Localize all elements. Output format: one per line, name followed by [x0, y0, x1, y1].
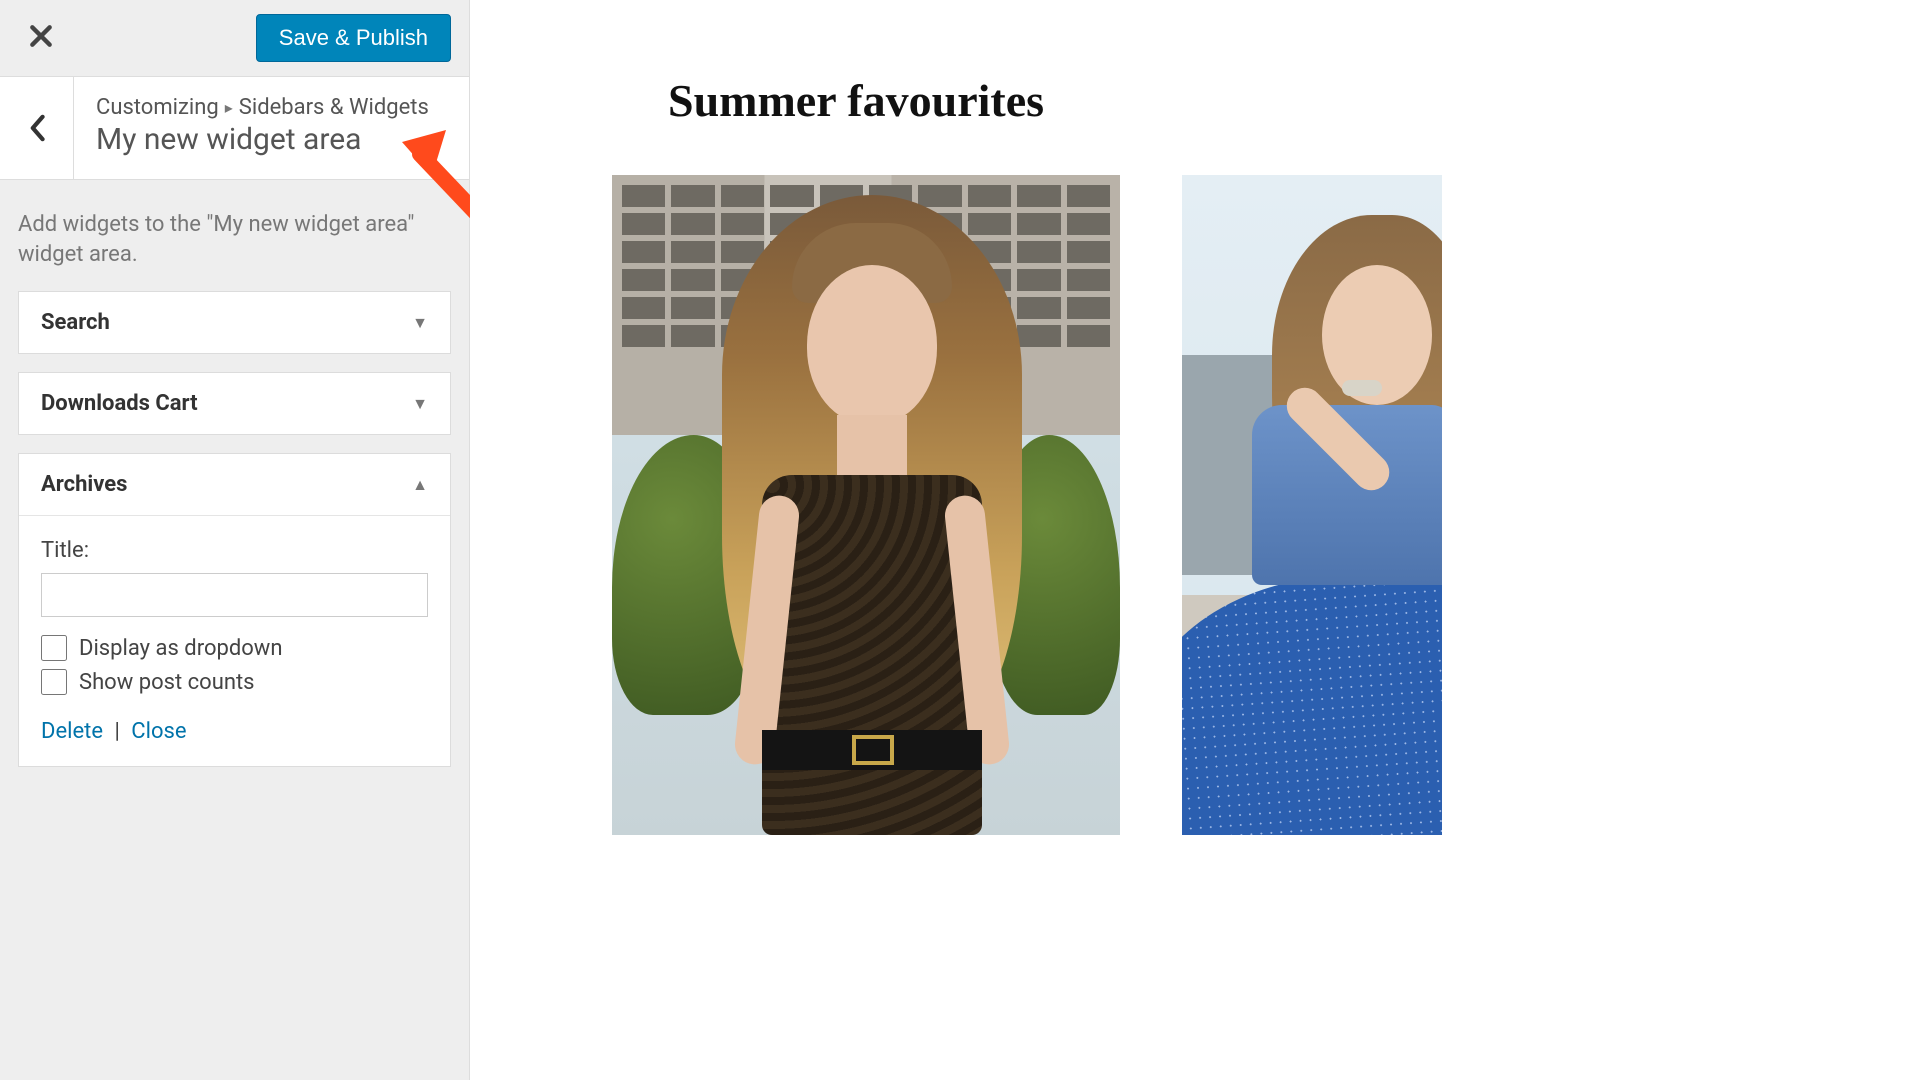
close-icon	[28, 23, 54, 49]
widget-list: Search ▼ Downloads Cart ▼ Archives ▲ Tit…	[0, 291, 469, 785]
widget-downloads-cart: Downloads Cart ▼	[18, 372, 451, 435]
back-button[interactable]	[0, 77, 74, 179]
close-widget-link[interactable]: Close	[131, 719, 186, 744]
breadcrumb-root: Customizing	[96, 95, 219, 120]
section-header: Customizing ▸ Sidebars & Widgets My new …	[0, 77, 469, 180]
preview-heading: Summer favourites	[668, 74, 1920, 127]
gallery-image-1	[612, 175, 1120, 835]
title-field-label: Title:	[41, 538, 428, 563]
show-post-counts-row[interactable]: Show post counts	[41, 669, 428, 695]
archives-title-input[interactable]	[41, 573, 428, 617]
breadcrumb-section: Sidebars & Widgets	[239, 95, 429, 120]
caret-down-icon: ▼	[412, 394, 428, 414]
header-titles: Customizing ▸ Sidebars & Widgets My new …	[74, 77, 451, 179]
widget-head-search[interactable]: Search ▼	[19, 292, 450, 353]
widget-archives: Archives ▲ Title: Display as dropdown Sh…	[18, 453, 451, 767]
widget-actions: Delete | Close	[41, 719, 428, 744]
display-as-dropdown-row[interactable]: Display as dropdown	[41, 635, 428, 661]
widget-body-archives: Title: Display as dropdown Show post cou…	[19, 515, 450, 766]
checkbox-label: Show post counts	[79, 670, 255, 695]
show-post-counts-checkbox[interactable]	[41, 669, 67, 695]
chevron-right-icon: ▸	[225, 98, 233, 117]
widget-head-downloads-cart[interactable]: Downloads Cart ▼	[19, 373, 450, 434]
preview-gallery	[612, 175, 1920, 835]
widget-head-archives[interactable]: Archives ▲	[19, 454, 450, 515]
widget-label: Archives	[41, 472, 127, 497]
display-as-dropdown-checkbox[interactable]	[41, 635, 67, 661]
gallery-image-2	[1182, 175, 1442, 835]
checkbox-label: Display as dropdown	[79, 636, 282, 661]
breadcrumb: Customizing ▸ Sidebars & Widgets	[96, 95, 429, 120]
separator: |	[114, 719, 119, 744]
site-preview: Summer favourites	[470, 0, 1920, 1080]
customizer-sidebar: Save & Publish Customizing ▸ Sidebars & …	[0, 0, 470, 1080]
caret-down-icon: ▼	[412, 313, 428, 333]
sidebar-top-bar: Save & Publish	[0, 0, 469, 77]
section-description: Add widgets to the "My new widget area" …	[0, 180, 469, 291]
section-title: My new widget area	[96, 122, 429, 157]
save-publish-button[interactable]: Save & Publish	[256, 14, 451, 62]
chevron-left-icon	[28, 114, 46, 142]
widget-search: Search ▼	[18, 291, 451, 354]
caret-up-icon: ▲	[412, 475, 428, 495]
widget-label: Downloads Cart	[41, 391, 198, 416]
delete-widget-link[interactable]: Delete	[41, 719, 103, 744]
widget-label: Search	[41, 310, 110, 335]
close-customizer-button[interactable]	[18, 15, 64, 61]
